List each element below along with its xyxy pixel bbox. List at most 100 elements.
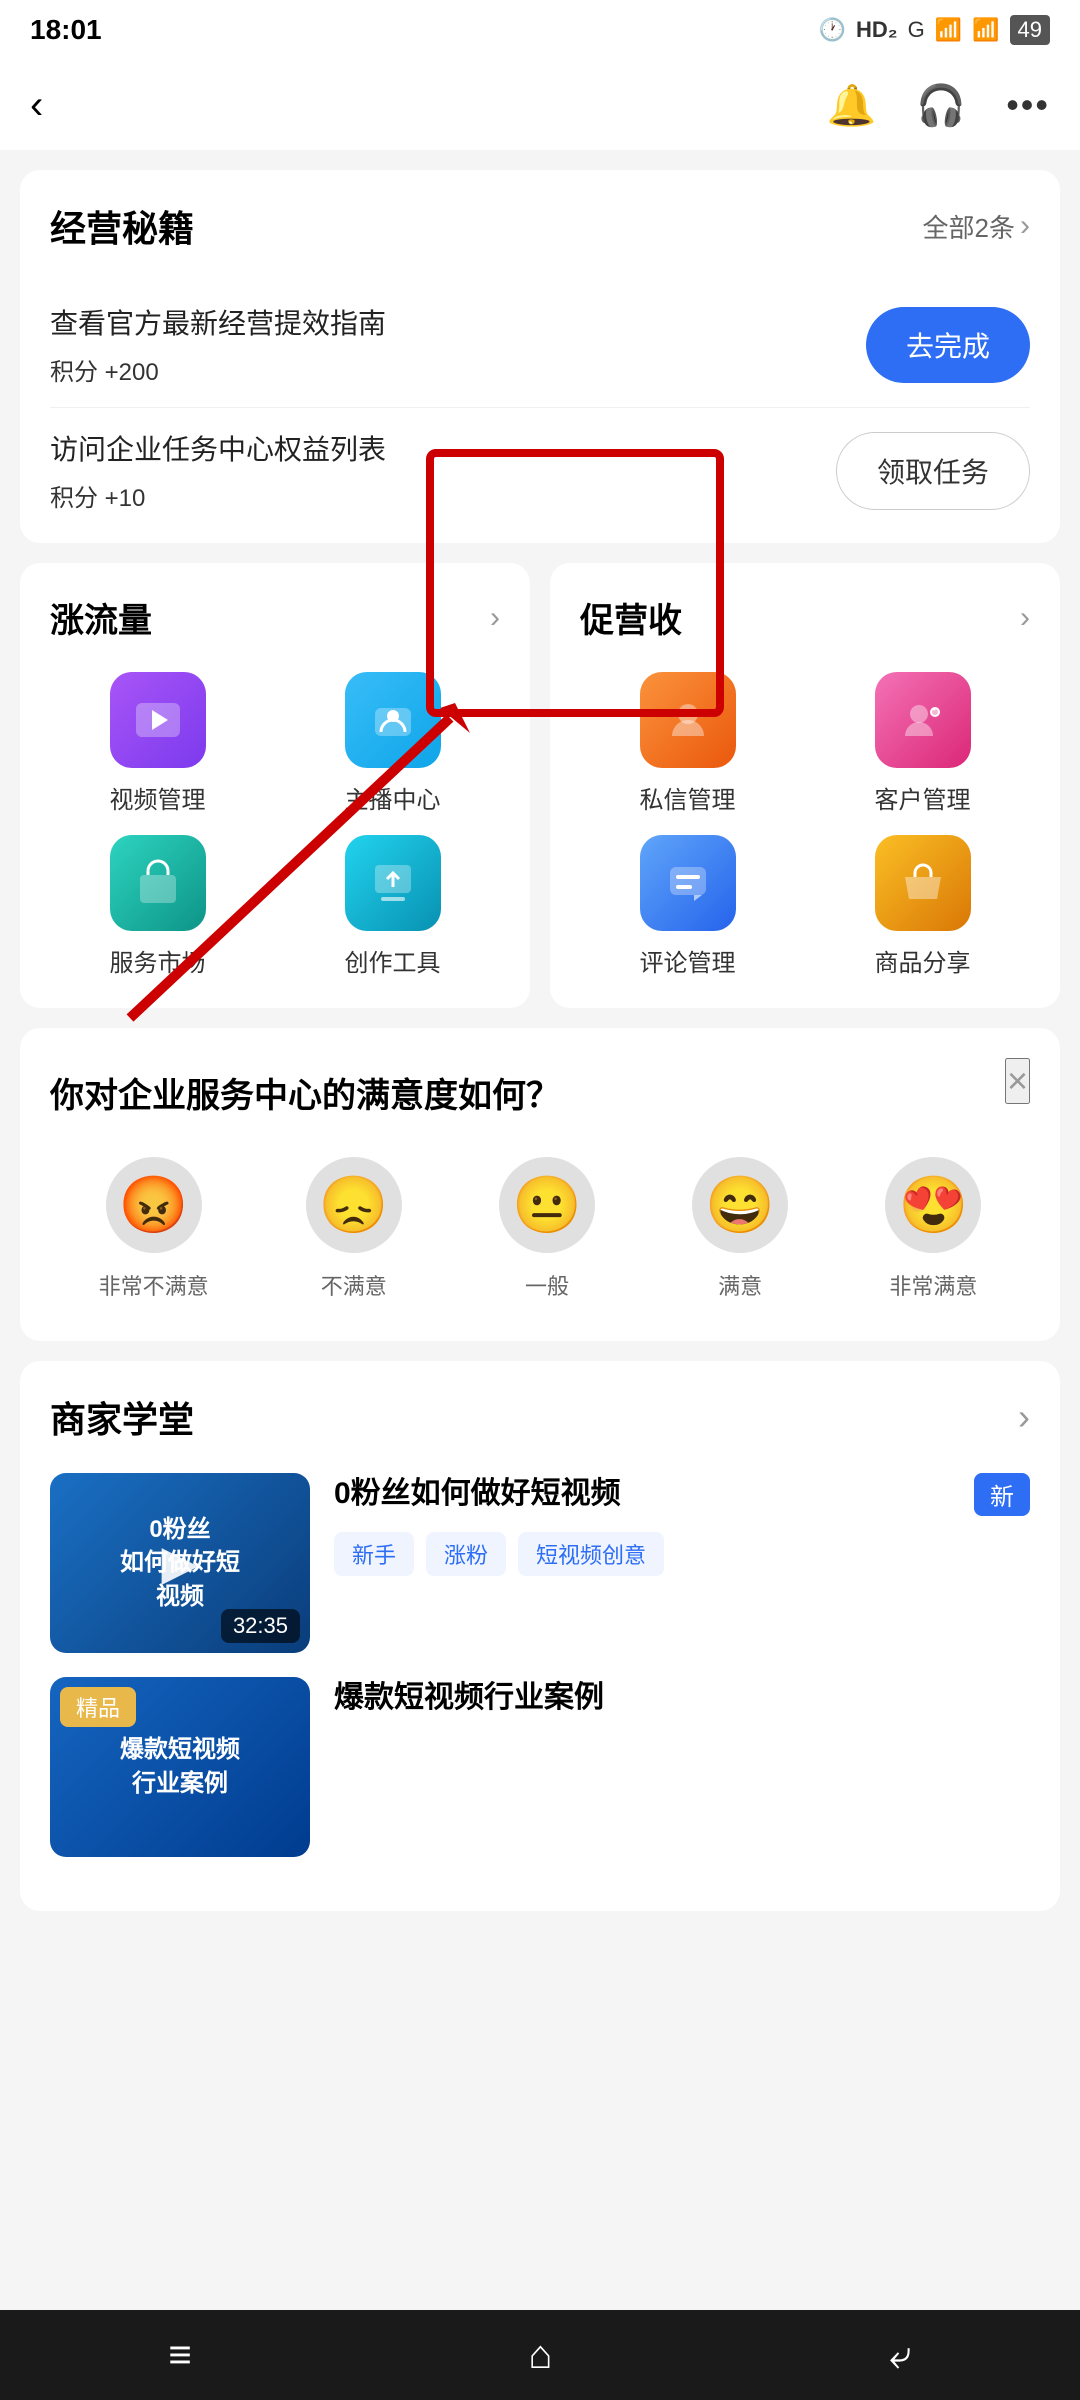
customer-management-item[interactable]: 客户管理	[815, 672, 1030, 815]
tag-short-video: 短视频创意	[518, 1532, 664, 1576]
video-thumb-text-2: 爆款短视频行业案例	[110, 1723, 250, 1810]
broadcaster-center-icon	[345, 672, 441, 768]
nav-menu[interactable]: ≡	[108, 2323, 251, 2388]
emoji-neutral: 😐	[499, 1157, 595, 1253]
service-market-icon	[110, 835, 206, 931]
zang-liuliang-more-icon[interactable]: ›	[490, 601, 500, 635]
function-cards-row: 涨流量 › 视频管理	[20, 563, 1060, 1008]
private-message-label: 私信管理	[640, 780, 736, 815]
signal-bars-icon: 📶	[935, 17, 962, 43]
emoji-very-unhappy: 😡	[106, 1157, 202, 1253]
customer-management-icon	[875, 672, 971, 768]
video-management-item[interactable]: 视频管理	[50, 672, 265, 815]
jingying-more[interactable]: 全部2条	[923, 208, 1030, 245]
signal-icon: 🕐	[819, 17, 846, 43]
school-title: 商家学堂	[50, 1391, 194, 1443]
video-title-2: 爆款短视频行业案例	[334, 1677, 1030, 1719]
emoji-label-1: 非常不满意	[99, 1269, 209, 1301]
nav-back[interactable]: ⤶	[829, 2323, 971, 2388]
survey-title: 你对企业服务中心的满意度如何？	[50, 1068, 1030, 1117]
video-duration-1: 32:35	[221, 1609, 300, 1643]
survey-option-4[interactable]: 😄 满意	[692, 1157, 788, 1301]
main-content: 经营秘籍 全部2条 查看官方最新经营提效指南 积分 +200 去完成 访问企业任…	[0, 150, 1080, 1951]
school-card: 商家学堂 › 0粉丝如何做好短视频 ▶ 32:35 0粉丝如何做好短视频 新 新…	[20, 1361, 1060, 1911]
video-title-row-1: 0粉丝如何做好短视频 新	[334, 1473, 1030, 1516]
status-bar: 18:01 🕐 HD₂ G 📶 📶 49	[0, 0, 1080, 60]
emoji-label-3: 一般	[525, 1269, 569, 1301]
task-item-1: 查看官方最新经营提效指南 积分 +200 去完成	[50, 282, 1030, 408]
video-management-icon	[110, 672, 206, 768]
zang-liuliang-header: 涨流量 ›	[50, 593, 500, 642]
video-item-1[interactable]: 0粉丝如何做好短视频 ▶ 32:35 0粉丝如何做好短视频 新 新手 涨粉 短视…	[50, 1473, 1030, 1653]
school-more-icon[interactable]: ›	[1018, 1396, 1030, 1438]
product-share-icon	[875, 835, 971, 931]
comment-management-label: 评论管理	[640, 943, 736, 978]
emoji-label-5: 非常满意	[889, 1269, 977, 1301]
header-right: 🔔 🎧 •••	[827, 82, 1050, 129]
receive-button-1[interactable]: 领取任务	[836, 432, 1030, 510]
status-icons: 🕐 HD₂ G 📶 📶 49	[819, 15, 1050, 45]
task-points-1: 积分 +200	[50, 352, 386, 387]
network-g-icon: G	[908, 17, 925, 43]
survey-option-3[interactable]: 😐 一般	[499, 1157, 595, 1301]
notification-icon[interactable]: 🔔	[827, 82, 877, 129]
survey-option-1[interactable]: 😡 非常不满意	[99, 1157, 209, 1301]
menu-icon: ≡	[168, 2333, 191, 2378]
survey-option-5[interactable]: 😍 非常满意	[885, 1157, 981, 1301]
customer-management-label: 客户管理	[875, 780, 971, 815]
back-button[interactable]: ‹	[30, 83, 43, 128]
school-header: 商家学堂 ›	[50, 1391, 1030, 1443]
play-icon-1: ▶	[162, 1535, 199, 1591]
comment-management-icon	[640, 835, 736, 931]
survey-option-2[interactable]: 😞 不满意	[306, 1157, 402, 1301]
task-item-2: 访问企业任务中心权益列表 积分 +10 领取任务	[50, 408, 1030, 513]
status-time: 18:01	[30, 14, 102, 46]
video-title-row-2: 爆款短视频行业案例	[334, 1677, 1030, 1719]
jingying-card-header: 经营秘籍 全部2条	[50, 200, 1030, 252]
broadcaster-center-item[interactable]: 主播中心	[285, 672, 500, 815]
private-message-icon	[640, 672, 736, 768]
cu-yingshou-card: 促营收 › 私信管理	[550, 563, 1060, 1008]
private-message-item[interactable]: 私信管理	[580, 672, 795, 815]
header-left: ‹	[30, 83, 63, 128]
emoji-unhappy: 😞	[306, 1157, 402, 1253]
service-market-item[interactable]: 服务市场	[50, 835, 265, 978]
video-item-2[interactable]: 精品 爆款短视频行业案例 爆款短视频行业案例	[50, 1677, 1030, 1857]
tag-grow: 涨粉	[426, 1532, 506, 1576]
creation-tools-item[interactable]: 创作工具	[285, 835, 500, 978]
tag-newbie: 新手	[334, 1532, 414, 1576]
emoji-row: 😡 非常不满意 😞 不满意 😐 一般 😄 满意 😍 非常满意	[50, 1157, 1030, 1301]
video-thumb-2: 精品 爆款短视频行业案例	[50, 1677, 310, 1857]
survey-close-button[interactable]: ×	[1005, 1058, 1030, 1104]
comment-management-item[interactable]: 评论管理	[580, 835, 795, 978]
task-info-1: 查看官方最新经营提效指南 积分 +200	[50, 302, 386, 387]
video-info-1: 0粉丝如何做好短视频 新 新手 涨粉 短视频创意	[334, 1473, 1030, 1576]
headset-icon[interactable]: 🎧	[916, 82, 966, 129]
wifi-icon: 📶	[972, 17, 999, 43]
product-share-label: 商品分享	[875, 943, 971, 978]
video-info-2: 爆款短视频行业案例	[334, 1677, 1030, 1719]
cu-yingshou-items: 私信管理 客户管理	[580, 672, 1030, 978]
nav-home[interactable]: ⌂	[468, 2323, 612, 2388]
jingying-title: 经营秘籍	[50, 200, 194, 252]
video-tags-1: 新手 涨粉 短视频创意	[334, 1532, 1030, 1576]
more-icon[interactable]: •••	[1006, 84, 1050, 126]
battery-icon: 49	[1010, 15, 1050, 45]
video-management-label: 视频管理	[110, 780, 206, 815]
zang-liuliang-card: 涨流量 › 视频管理	[20, 563, 530, 1008]
task-points-2: 积分 +10	[50, 478, 386, 513]
task-info-2: 访问企业任务中心权益列表 积分 +10	[50, 428, 386, 513]
creation-tools-label: 创作工具	[345, 943, 441, 978]
emoji-happy: 😄	[692, 1157, 788, 1253]
emoji-label-4: 满意	[718, 1269, 762, 1301]
zang-liuliang-title: 涨流量	[50, 593, 152, 642]
cu-yingshou-title: 促营收	[580, 593, 682, 642]
header: ‹ 🔔 🎧 •••	[0, 60, 1080, 150]
cu-yingshou-more-icon[interactable]: ›	[1020, 601, 1030, 635]
service-market-label: 服务市场	[110, 943, 206, 978]
chevron-right-icon	[1020, 209, 1030, 243]
complete-button-1[interactable]: 去完成	[866, 307, 1030, 383]
video-thumb-1: 0粉丝如何做好短视频 ▶ 32:35	[50, 1473, 310, 1653]
cu-yingshou-header: 促营收 ›	[580, 593, 1030, 642]
product-share-item[interactable]: 商品分享	[815, 835, 1030, 978]
